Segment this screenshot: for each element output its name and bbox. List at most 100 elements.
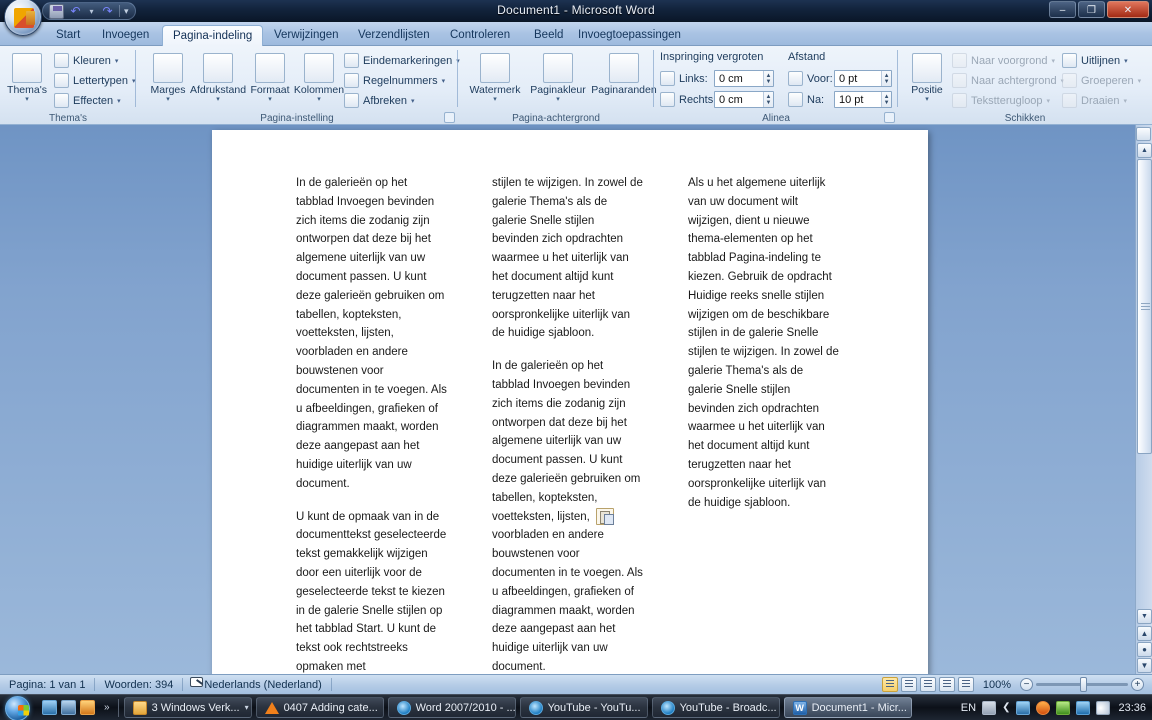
group-button[interactable]: Groeperen ▾ [1062, 72, 1141, 89]
taskbar-item-vlc[interactable]: 0407 Adding cate... [255, 697, 384, 718]
spacing-after-spin-arrows[interactable]: ▲ ▼ [881, 92, 891, 107]
chevron-down-icon[interactable]: ▾ [245, 703, 249, 712]
tab-invoegen[interactable]: Invoegen [92, 25, 159, 46]
zoom-slider-handle[interactable] [1080, 677, 1087, 692]
page-borders-button[interactable]: Paginaranden [588, 50, 660, 96]
align-button[interactable]: Uitlijnen ▾ [1062, 52, 1128, 69]
themes-button[interactable]: Thema's ▾ [3, 50, 51, 103]
indent-left-input[interactable] [715, 71, 764, 86]
orientation-button[interactable]: Afdrukstand ▾ [190, 50, 246, 103]
full-screen-reading-view-button[interactable] [900, 677, 917, 692]
indent-right-spin-arrows[interactable]: ▲ ▼ [763, 92, 773, 107]
tab-verzendlijsten[interactable]: Verzendlijsten [348, 25, 440, 46]
redo-icon[interactable]: ↷ [100, 4, 115, 19]
paste-options-icon[interactable] [596, 508, 614, 525]
page-indicator[interactable]: Pagina: 1 van 1 [0, 675, 94, 695]
zoom-level-label[interactable]: 100% [977, 679, 1017, 691]
indent-right-stepper[interactable]: ▲▼ [714, 91, 774, 108]
word-count[interactable]: Woorden: 394 [95, 675, 182, 695]
tab-verwijzingen[interactable]: Verwijzingen [264, 25, 349, 46]
undo-icon[interactable]: ↶ [68, 4, 83, 19]
page-color-button[interactable]: Paginakleur ▾ [524, 50, 592, 103]
scroll-down-button[interactable]: ▼ [1137, 609, 1152, 624]
undo-dropdown-icon[interactable]: ▾ [87, 4, 96, 19]
theme-effects-button[interactable]: Effecten ▾ [54, 92, 121, 109]
hyphenation-button[interactable]: Afbreken ▾ [344, 92, 415, 109]
tab-invoegtoepassingen[interactable]: Invoegtoepassingen [568, 25, 691, 46]
taskbar-item-word-tutorial[interactable]: Word 2007/2010 - ... [387, 697, 516, 718]
window-controls: – ❐ ✕ [1049, 1, 1149, 18]
indent-right-input[interactable] [715, 92, 764, 107]
breaks-button[interactable]: Eindemarkeringen ▾ [344, 52, 460, 69]
spacing-before-input[interactable] [835, 71, 882, 86]
view-ruler-button[interactable] [1136, 127, 1151, 141]
keyboard-icon[interactable] [982, 700, 997, 715]
flip-3d-icon[interactable] [61, 700, 76, 715]
watermark-button[interactable]: Watermerk ▾ [464, 50, 526, 103]
scroll-up-button[interactable]: ▲ [1137, 143, 1152, 158]
taskbar-item-word-document[interactable]: Document1 - Micr... [783, 697, 912, 718]
tab-controleren[interactable]: Controleren [440, 25, 520, 46]
antivirus-icon[interactable] [1056, 700, 1071, 715]
network-icon[interactable] [1016, 700, 1031, 715]
bring-to-front-button[interactable]: Naar voorgrond ▾ [952, 52, 1055, 69]
quick-launch-overflow-icon[interactable]: » [99, 702, 115, 713]
zoom-in-button[interactable]: + [1131, 678, 1144, 691]
taskbar-item-youtube-1[interactable]: YouTube - YouTu... [519, 697, 648, 718]
media-player-icon[interactable] [80, 700, 95, 715]
proofing-errors-icon[interactable] [183, 675, 195, 695]
spacing-before-stepper[interactable]: ▲▼ [834, 70, 892, 87]
rotate-button[interactable]: Draaien ▾ [1062, 92, 1127, 109]
line-numbers-button[interactable]: Regelnummers ▾ [344, 72, 445, 89]
outline-view-button[interactable] [938, 677, 955, 692]
position-button[interactable]: Positie ▾ [904, 50, 950, 103]
margins-button[interactable]: Marges ▾ [140, 50, 196, 103]
spacing-after-input[interactable] [835, 92, 882, 107]
tab-start[interactable]: Start [46, 25, 90, 46]
scrollbar-thumb[interactable] [1137, 159, 1152, 454]
start-button[interactable] [0, 695, 38, 720]
size-button[interactable]: Formaat ▾ [242, 50, 298, 103]
columns-button[interactable]: Kolommen ▾ [291, 50, 347, 103]
select-browse-object-button[interactable]: ● [1137, 642, 1152, 657]
document-page[interactable]: In de galerieën op het tabblad Invoegen … [212, 130, 928, 676]
clock[interactable]: 23:36 [1116, 702, 1146, 714]
theme-fonts-button[interactable]: Lettertypen ▾ [54, 72, 136, 89]
volume-icon[interactable] [1096, 700, 1111, 715]
network-status-icon[interactable] [1076, 700, 1091, 715]
previous-page-button[interactable]: ▲ [1137, 626, 1152, 641]
spacing-after-stepper[interactable]: ▲▼ [834, 91, 892, 108]
taskbar-item-explorer[interactable]: 3 Windows Verk... ▾ [123, 697, 252, 718]
taskbar-item-youtube-2[interactable]: YouTube - Broadc... [651, 697, 780, 718]
document-column-3[interactable]: Als u het algemene uiterlijk van uw docu… [688, 174, 840, 526]
close-button[interactable]: ✕ [1107, 1, 1149, 18]
show-hidden-icons-chevron[interactable]: ❮ [1002, 702, 1010, 713]
text-wrapping-button[interactable]: Tekstterugloop ▾ [952, 92, 1050, 109]
restore-button[interactable]: ❐ [1078, 1, 1105, 18]
paragraph-dialog-launcher[interactable] [884, 112, 895, 123]
firefox-icon[interactable] [1036, 700, 1051, 715]
print-layout-view-button[interactable] [881, 677, 898, 692]
page-setup-dialog-launcher[interactable] [444, 112, 455, 123]
draft-view-button[interactable] [957, 677, 974, 692]
tab-pagina-indeling[interactable]: Pagina-indeling [162, 25, 264, 46]
show-desktop-icon[interactable] [42, 700, 57, 715]
zoom-slider[interactable] [1036, 677, 1128, 692]
tab-beeld[interactable]: Beeld [524, 25, 573, 46]
indent-left-spin-arrows[interactable]: ▲ ▼ [763, 71, 773, 86]
web-layout-view-button[interactable] [919, 677, 936, 692]
document-column-2[interactable]: stijlen te wijzigen. In zowel de galerie… [492, 174, 644, 691]
minimize-button[interactable]: – [1049, 1, 1076, 18]
customize-qat-icon[interactable]: ▾ [124, 6, 129, 17]
document-column-1[interactable]: In de galerieën op het tabblad Invoegen … [296, 174, 448, 691]
zoom-out-button[interactable]: − [1020, 678, 1033, 691]
next-page-button[interactable]: ▼ [1137, 658, 1152, 673]
spacing-before-spin-arrows[interactable]: ▲ ▼ [881, 71, 891, 86]
save-icon[interactable] [49, 3, 64, 19]
theme-colors-button[interactable]: Kleuren ▾ [54, 52, 118, 69]
send-to-back-button[interactable]: Naar achtergrond ▾ [952, 72, 1064, 89]
indent-left-stepper[interactable]: ▲▼ [714, 70, 774, 87]
language-indicator[interactable]: Nederlands (Nederland) [195, 675, 330, 695]
language-indicator[interactable]: EN [961, 702, 976, 714]
vertical-scrollbar[interactable]: ▲ ▼ ▲ ● ▼ [1135, 125, 1152, 674]
